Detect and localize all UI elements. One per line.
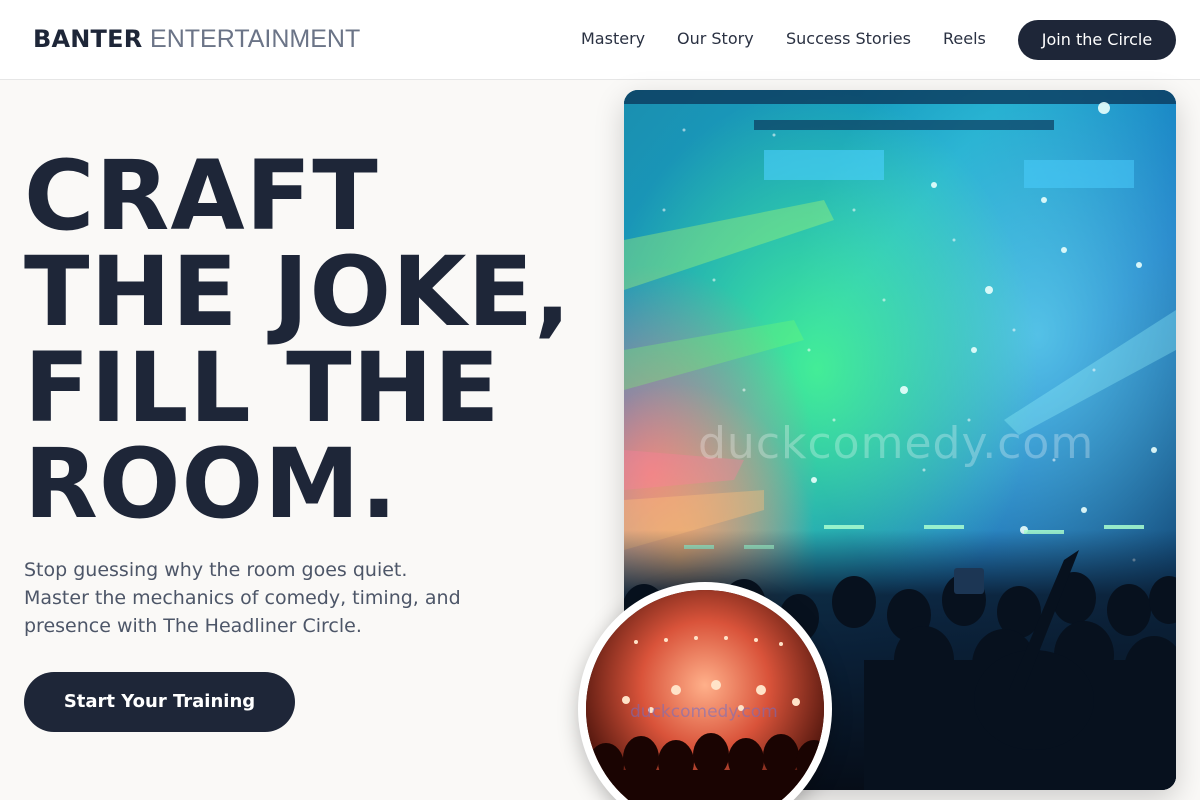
headline-line: CRAFT (24, 140, 379, 252)
hero-headline: CRAFT THE JOKE, FILL THE ROOM. (24, 148, 604, 532)
club-stage-scene (586, 590, 824, 800)
nav-link-reels[interactable]: Reels (943, 28, 986, 52)
site-header: BANTER ENTERTAINMENT Mastery Our Story S… (0, 0, 1200, 80)
nav-link-mastery[interactable]: Mastery (581, 28, 645, 52)
start-training-button[interactable]: Start Your Training (24, 672, 295, 732)
join-circle-button[interactable]: Join the Circle (1018, 20, 1176, 60)
nav-link-our-story[interactable]: Our Story (677, 28, 754, 52)
hero-subtext: Stop guessing why the room goes quiet. M… (24, 559, 461, 637)
watermark-text: duckcomedy.com (698, 418, 1095, 469)
nav-link-success-stories[interactable]: Success Stories (786, 28, 911, 52)
headline-line: THE JOKE, (24, 236, 572, 348)
watermark-text: duckcomedy.com (630, 702, 778, 722)
brand-name-light: ENTERTAINMENT (150, 25, 361, 53)
inset-photo: duckcomedy.com (586, 590, 824, 800)
brand-logo[interactable]: BANTER ENTERTAINMENT (33, 24, 360, 54)
headline-line: FILL THE (24, 332, 501, 444)
headline-line: ROOM. (24, 428, 399, 540)
brand-name-bold: BANTER (33, 25, 143, 53)
